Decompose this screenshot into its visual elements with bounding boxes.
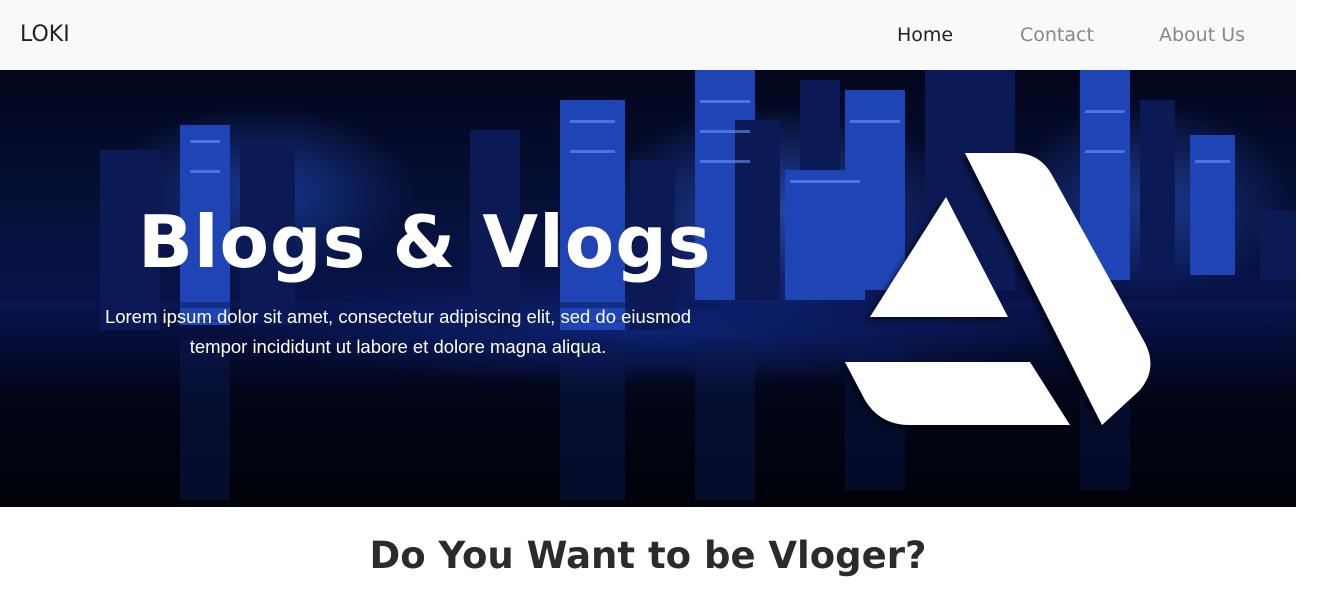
brand-logo[interactable]: LOKI [20,22,70,47]
hero-description: Lorem ipsum dolor sit amet, consectetur … [60,302,736,362]
page-edge [1296,0,1317,595]
delta-triangle-logo-icon [845,153,1151,425]
nav-link-contact[interactable]: Contact [1020,24,1094,46]
nav-link-about-us[interactable]: About Us [1159,24,1245,46]
hero-description-line-2: tempor incididunt ut labore et dolore ma… [189,336,607,357]
nav-link-home[interactable]: Home [897,24,953,46]
hero-banner: Blogs & Vlogs Lorem ipsum dolor sit amet… [0,70,1296,507]
section-title: Do You Want to be Vloger? [369,534,927,577]
hero-title: Blogs & Vlogs [138,200,712,284]
page: LOKI Home Contact About Us Blogs & Vlogs… [0,0,1317,595]
hero-description-line-1: Lorem ipsum dolor sit amet, consectetur … [104,306,692,327]
navbar: LOKI Home Contact About Us [0,0,1296,70]
